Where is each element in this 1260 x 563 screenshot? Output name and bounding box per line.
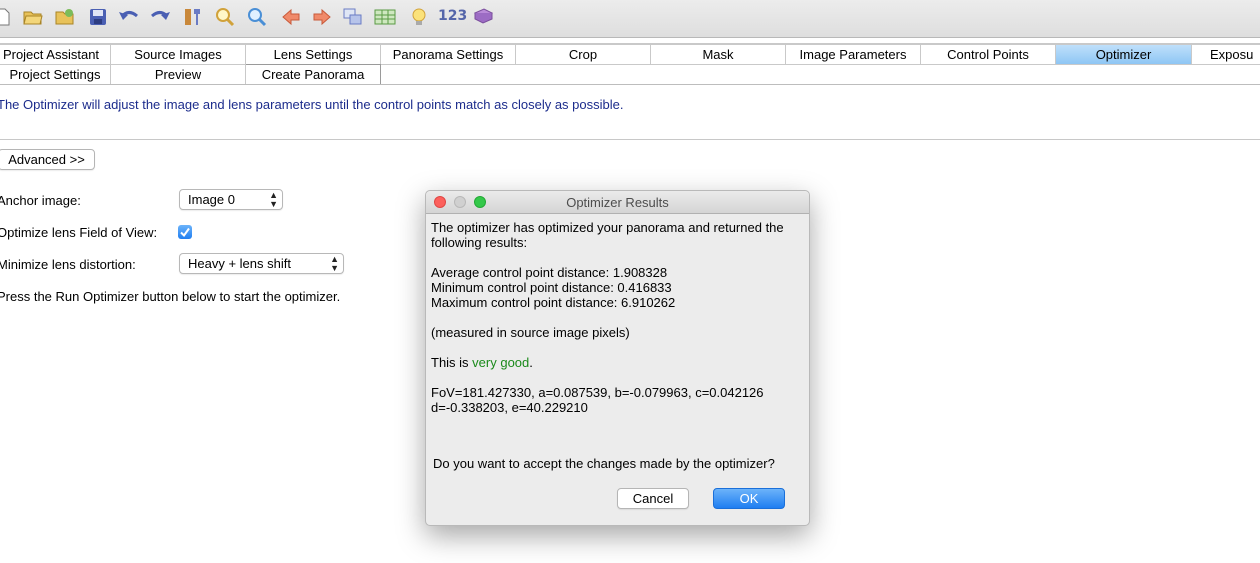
tab-control-points[interactable]: Control Points [921,44,1056,65]
select-arrows-icon: ▲ ▼ [269,190,278,209]
undo-icon[interactable] [118,6,140,28]
tab-exposure[interactable]: Exposu [1192,44,1260,65]
measured-note: (measured in source image pixels) [431,325,630,340]
new-file-icon[interactable] [0,6,14,28]
tab-source-images[interactable]: Source Images [111,44,246,65]
tab-row-1: Project Assistant Source Images Lens Set… [0,44,1260,65]
dialog-intro-line2: following results: [431,235,528,250]
dialog-title: Optimizer Results [566,195,669,210]
parameters-line2: d=-0.338203, e=40.229210 [431,400,588,415]
cancel-button[interactable]: Cancel [617,488,689,509]
tab-panorama-settings[interactable]: Panorama Settings [381,44,516,65]
tab-project-settings[interactable]: Project Settings [0,64,111,85]
open-folder-icon[interactable] [22,6,44,28]
save-icon[interactable] [87,6,109,28]
run-optimizer-hint: Press the Run Optimizer button below to … [0,289,341,304]
dialog-intro-line1: The optimizer has optimized your panoram… [431,220,784,235]
tab-create-panorama[interactable]: Create Panorama [246,64,381,85]
arrow-right-icon[interactable] [311,6,333,28]
lens-distortion-label: Minimize lens distortion: [0,257,136,272]
advanced-button[interactable]: Advanced >> [0,149,95,170]
parameters-line1: FoV=181.427330, a=0.087539, b=-0.079963,… [431,385,764,400]
tab-crop[interactable]: Crop [516,44,651,65]
optimize-fov-checkbox[interactable] [178,225,192,239]
tab-row-2: Project Settings Preview Create Panorama [0,64,381,85]
tab-lens-settings[interactable]: Lens Settings [246,44,381,65]
lens-distortion-select[interactable]: Heavy + lens shift ▲ ▼ [179,253,344,274]
tab-row-2-border [0,84,1260,85]
tab-preview[interactable]: Preview [111,64,246,85]
windows-icon[interactable] [342,6,364,28]
redo-icon[interactable] [149,6,171,28]
quality-prefix: This is [431,355,473,370]
tab-project-assistant[interactable]: Project Assistant [0,44,111,65]
accept-question: Do you want to accept the changes made b… [433,456,775,471]
select-arrows-icon: ▲ ▼ [330,254,339,273]
anchor-image-label: Anchor image: [0,193,81,208]
table-icon[interactable] [374,6,396,28]
number-icon[interactable]: 123 [438,8,467,24]
zoom-out-icon[interactable] [246,6,268,28]
ok-button[interactable]: OK [713,488,785,509]
open-recent-icon[interactable] [54,6,76,28]
tab-mask[interactable]: Mask [651,44,786,65]
quality-suffix: . [529,355,533,370]
quality-value: very good [472,355,530,370]
lightbulb-icon[interactable] [408,6,430,28]
toolbar: 123 [0,0,1260,38]
zoom-in-icon[interactable] [214,6,236,28]
anchor-image-select[interactable]: Image 0 ▲ ▼ [179,189,283,210]
checkmark-icon [180,227,190,238]
average-distance: Average control point distance: 1.908328 [431,265,668,280]
optimizer-description: The Optimizer will adjust the image and … [0,97,624,112]
optimize-fov-label: Optimize lens Field of View: [0,225,158,240]
arrow-left-icon[interactable] [280,6,302,28]
tools-icon[interactable] [182,6,204,28]
maximum-distance: Maximum control point distance: 6.910262 [431,295,676,310]
book-icon[interactable] [472,6,494,28]
tab-image-parameters[interactable]: Image Parameters [786,44,921,65]
tab-optimizer[interactable]: Optimizer [1056,44,1192,65]
anchor-image-value: Image 0 [188,192,235,207]
minimum-distance: Minimum control point distance: 0.416833 [431,280,672,295]
optimizer-results-dialog: Optimizer Results The optimizer has opti… [425,190,810,526]
dialog-titlebar: Optimizer Results [426,191,809,214]
quality-line: This is very good. [431,355,533,370]
divider [0,139,1260,140]
lens-distortion-value: Heavy + lens shift [188,256,291,271]
